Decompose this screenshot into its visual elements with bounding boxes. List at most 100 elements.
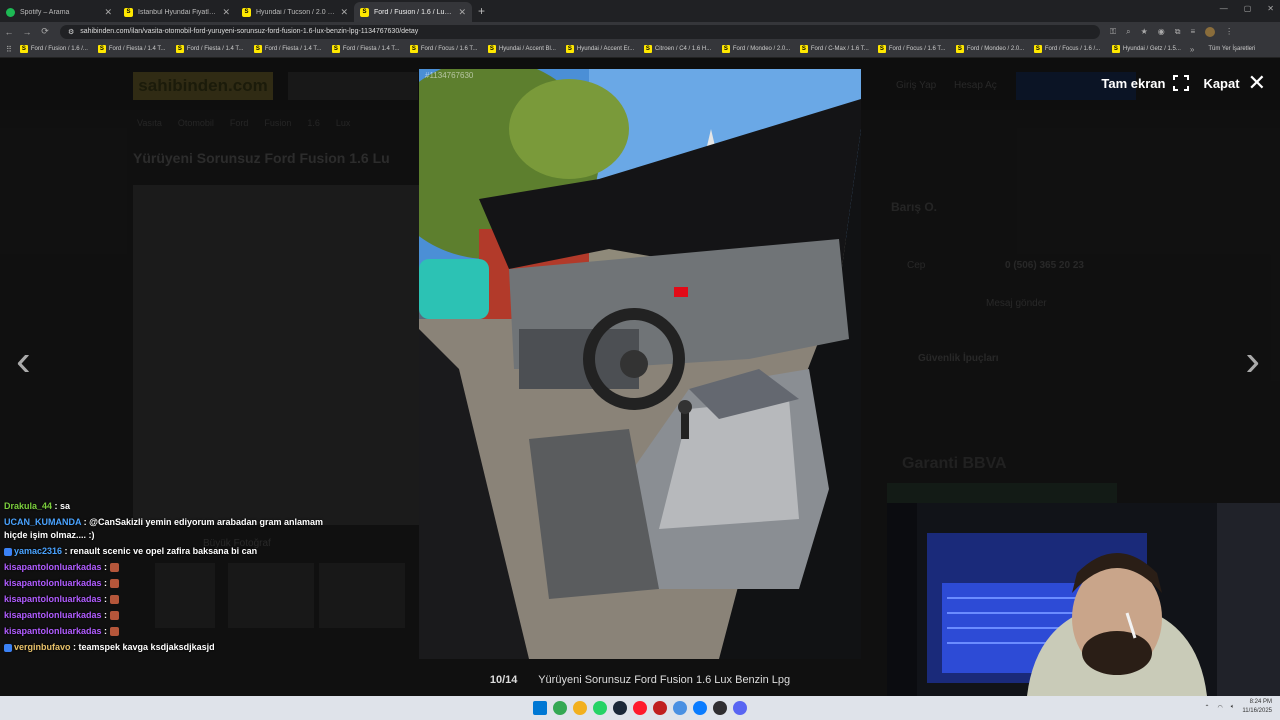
profile-avatar[interactable] (1205, 26, 1216, 37)
close-window-icon[interactable]: ✕ (1267, 4, 1274, 13)
bookmark-star-icon[interactable]: ★ (1141, 27, 1148, 36)
all-bookmarks-folder[interactable]: Tüm Yer İşaretleri (1208, 46, 1255, 52)
whatsapp-icon[interactable] (593, 701, 607, 715)
new-tab-button[interactable]: + (478, 2, 485, 22)
window-controls: — ▢ ✕ (1220, 4, 1274, 13)
obs-icon[interactable] (713, 701, 727, 715)
chat-message: Drakula_44 : sa (4, 500, 344, 513)
photo-illustration (419, 69, 861, 659)
game-icon[interactable] (653, 701, 667, 715)
bookmark-item[interactable]: S Ford / Fiesta / 1.4 T... (331, 45, 402, 53)
chat-emote-icon (109, 579, 119, 589)
windows-icon[interactable] (533, 701, 547, 715)
folder-icon[interactable] (573, 701, 587, 715)
bookmark-item[interactable]: S Citroen / C4 / 1.6 H... (643, 45, 714, 53)
opera-icon[interactable] (633, 701, 647, 715)
bookmark-item[interactable]: S Ford / Fusion / 1.6 /... (19, 45, 90, 53)
maximize-icon[interactable]: ▢ (1244, 4, 1252, 13)
back-icon[interactable]: ← (0, 27, 18, 37)
chat-text: : sa (52, 501, 71, 511)
clock[interactable]: 8:24 PM 11/16/2025 (1242, 698, 1272, 716)
forward-icon[interactable]: → (18, 27, 36, 37)
sahibinden-favicon-icon: S (409, 45, 418, 53)
browser-tab[interactable]: S Ford / Fusion / 1.6 / Lux / Yürü ✕ (354, 2, 472, 22)
site-info-icon[interactable]: ⚙ (68, 28, 74, 36)
chat-username[interactable]: UCAN_KUMANDA (4, 517, 81, 527)
bookmark-item[interactable]: S Ford / Focus / 1.6 T... (877, 45, 948, 53)
browser-tab[interactable]: S İstanbul Hyundai Fiyatları & M ✕ (118, 2, 236, 22)
fullscreen-button[interactable]: Tam ekran (1101, 75, 1190, 91)
bookmark-item[interactable]: S Hyundai / Accent Er... (565, 45, 636, 53)
minimize-icon[interactable]: — (1220, 4, 1228, 13)
browser-tab[interactable]: Spotify – Arama ✕ (0, 2, 118, 22)
chat-message: kisapantolonluarkadas : (4, 561, 344, 574)
time-text: 8:24 PM (1249, 699, 1272, 705)
media-icon[interactable]: ≡ (1190, 27, 1195, 36)
bookmark-item[interactable]: S Hyundai / Getz / 1.5... (1111, 45, 1182, 53)
chat-username[interactable]: kisapantolonluarkadas (4, 610, 102, 620)
chat-username[interactable]: Drakula_44 (4, 501, 52, 511)
tab-close-icon[interactable]: ✕ (340, 7, 348, 18)
tab-title: Hyundai / Tucson / 2.0 CRDI / 2 (256, 8, 335, 16)
sahibinden-favicon-icon: S (565, 45, 574, 53)
menu-icon[interactable]: ⋮ (1225, 27, 1233, 36)
sahibinden-favicon-icon: S (877, 45, 886, 53)
chat-message: kisapantolonluarkadas : (4, 625, 344, 638)
bookmark-item[interactable]: S Ford / C-Max / 1.6 T... (799, 45, 870, 53)
chat-text: : (101, 578, 110, 588)
bookmark-item[interactable]: S Ford / Mondeo / 2.0... (721, 45, 792, 53)
bookmark-label: Ford / Fusion / 1.6 /... (30, 46, 88, 52)
browser-tab[interactable]: S Hyundai / Tucson / 2.0 CRDI / 2 ✕ (236, 2, 354, 22)
chat-username[interactable]: kisapantolonluarkadas (4, 594, 102, 604)
url-field[interactable]: ⚙ sahibinden.com/ilan/vasita-otomobil-fo… (60, 24, 1100, 39)
app-icon[interactable] (673, 701, 687, 715)
chat-message: kisapantolonluarkadas : (4, 609, 344, 622)
chat-text: : (101, 562, 110, 572)
fullscreen-label: Tam ekran (1101, 75, 1166, 91)
bookmark-item[interactable]: S Ford / Mondeo / 2.0... (955, 45, 1026, 53)
puzzle-icon[interactable]: ⧉ (1175, 27, 1181, 37)
chat-username[interactable]: kisapantolonluarkadas (4, 562, 102, 572)
password-key-icon[interactable]: ⚿ (1110, 27, 1116, 37)
bookmark-item[interactable]: S Ford / Focus / 1.6 T... (409, 45, 480, 53)
edge-icon[interactable] (693, 701, 707, 715)
bookmark-item[interactable]: S Ford / Focus / 1.6 /... (1033, 45, 1104, 53)
wifi-icon[interactable]: ◠ (1218, 704, 1223, 711)
next-photo-arrow[interactable]: › (1245, 336, 1260, 386)
discord-icon[interactable] (733, 701, 747, 715)
bookmark-item[interactable]: S Ford / Fiesta / 1.4 T... (253, 45, 324, 53)
chat-text: : teamspek kavga ksdjaksdjkasjd (70, 642, 215, 652)
tab-close-icon[interactable]: ✕ (104, 7, 112, 18)
chat-username[interactable]: kisapantolonluarkadas (4, 626, 102, 636)
fullscreen-icon (1173, 75, 1190, 91)
reload-icon[interactable]: ⟳ (36, 26, 54, 37)
bookmarks-overflow-icon[interactable]: » (1190, 45, 1194, 54)
bookmark-item[interactable]: S Ford / Fiesta / 1.4 T... (97, 45, 168, 53)
bookmark-label: Ford / Fiesta / 1.4 T... (186, 46, 244, 52)
tab-close-icon[interactable]: ✕ (458, 7, 466, 18)
chat-username[interactable]: yamac2316 (14, 546, 62, 556)
tab-close-icon[interactable]: ✕ (222, 7, 230, 18)
chat-username[interactable]: kisapantolonluarkadas (4, 578, 102, 588)
chrome-icon[interactable] (553, 701, 567, 715)
bookmark-label: Ford / Fiesta / 1.4 T... (108, 46, 166, 52)
sahibinden-favicon-icon: S (643, 45, 652, 53)
apps-grid-icon[interactable]: ⠿ (6, 45, 12, 54)
bookmark-item[interactable]: S Ford / Fiesta / 1.4 T... (175, 45, 246, 53)
date-text: 11/16/2025 (1242, 708, 1272, 714)
sahibinden-favicon-icon: S (175, 45, 184, 53)
bookmark-item[interactable]: S Hyundai / Accent Bl... (487, 45, 558, 53)
tray-chevron-icon[interactable]: ⌃ (1205, 704, 1210, 711)
tab-favicon-icon: S (360, 7, 369, 17)
steam-icon[interactable] (613, 701, 627, 715)
close-button[interactable]: Kapat ✕ (1203, 72, 1266, 94)
prev-photo-arrow[interactable]: ‹ (16, 336, 31, 386)
volume-icon[interactable]: 🔈︎ (1231, 704, 1235, 711)
sahibinden-favicon-icon: S (331, 45, 340, 53)
extension-icon[interactable]: ◉ (1158, 27, 1165, 36)
chat-badge-icon (4, 643, 12, 652)
zoom-icon[interactable]: ⌕ (1126, 27, 1130, 37)
bookmark-label: Ford / Focus / 1.6 /... (1044, 46, 1101, 52)
chat-text: : (101, 594, 110, 604)
chat-username[interactable]: verginbufavo (14, 642, 71, 652)
